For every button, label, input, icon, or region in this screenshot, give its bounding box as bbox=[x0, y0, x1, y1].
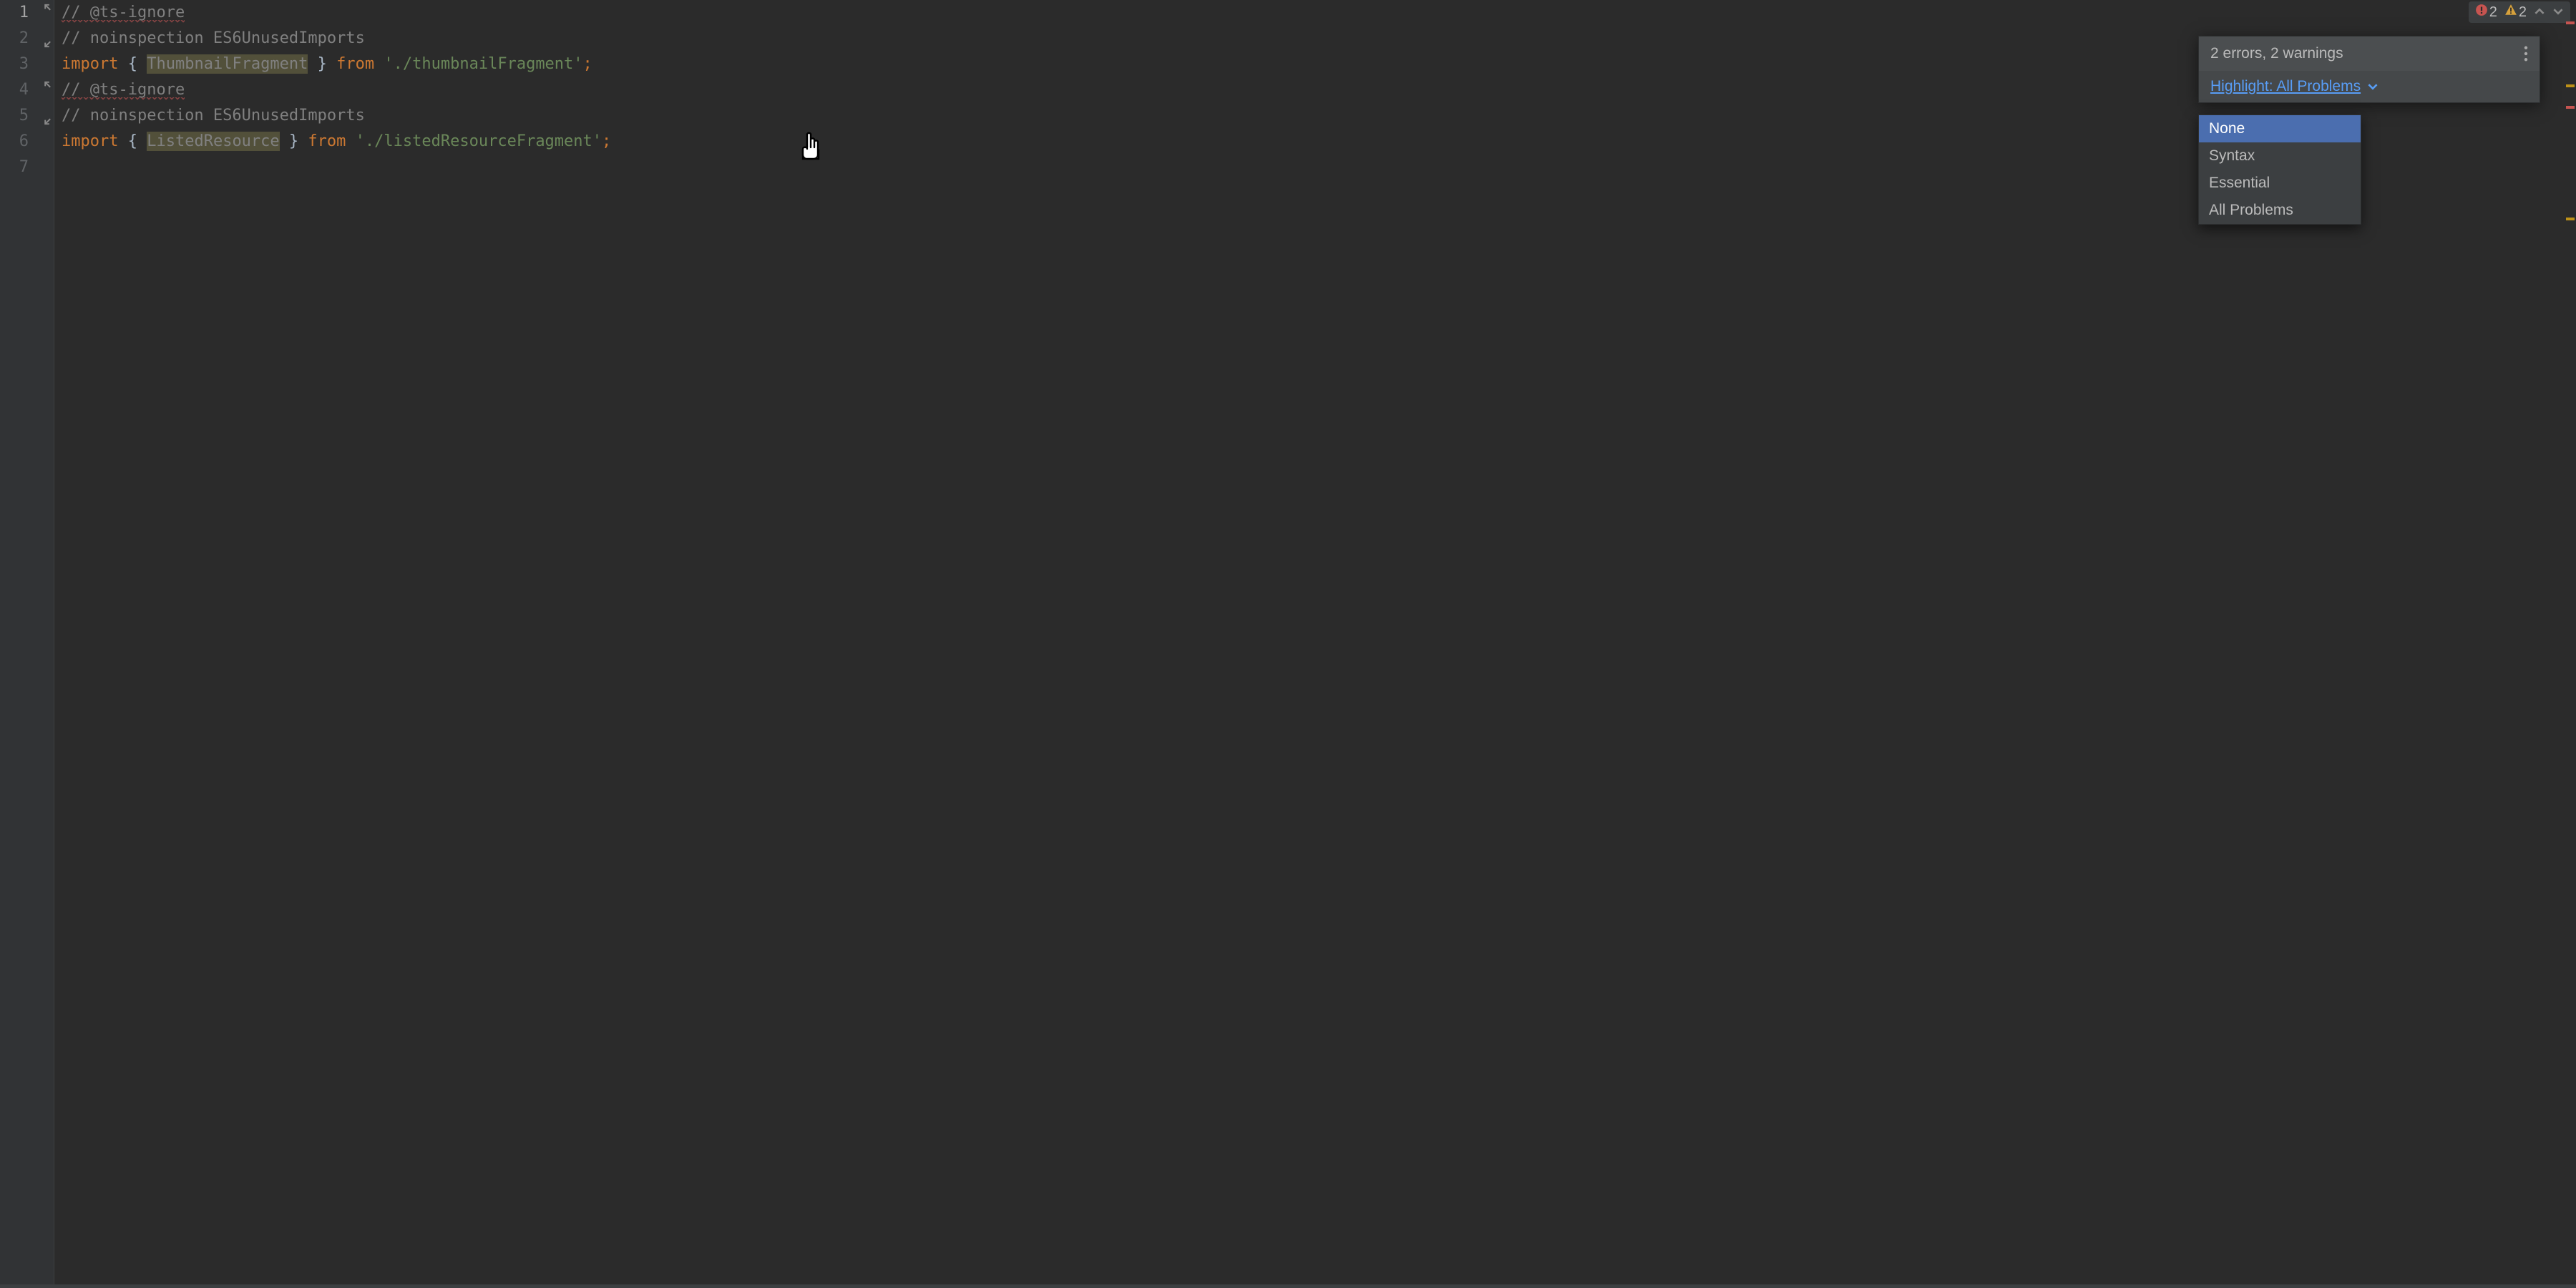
warning-count: 2 bbox=[2519, 4, 2527, 21]
string-token: './thumbnailFragment' bbox=[384, 55, 582, 73]
error-count: 2 bbox=[2489, 4, 2497, 21]
line-number: 3 bbox=[0, 52, 29, 77]
highlight-option[interactable]: None bbox=[2199, 115, 2361, 142]
keyword-token: from bbox=[336, 55, 374, 73]
fold-end-icon[interactable] bbox=[42, 39, 52, 52]
space bbox=[346, 132, 355, 150]
highlight-option[interactable]: All Problems bbox=[2199, 197, 2361, 224]
inspection-summary[interactable]: 2 2 bbox=[2469, 1, 2570, 23]
warning-indicator[interactable]: 2 bbox=[2502, 4, 2529, 21]
line-number: 1 bbox=[0, 0, 29, 26]
keyword-token: import bbox=[62, 55, 118, 73]
next-highlight-icon[interactable] bbox=[2550, 4, 2566, 21]
string-token: './listedResourceFragment' bbox=[356, 132, 602, 150]
keyword-token: import bbox=[62, 132, 118, 150]
code-line[interactable]: // @ts-ignore bbox=[62, 0, 2576, 26]
code-editor[interactable]: 1234567 // @ts-ignore// noinspection ES6… bbox=[0, 0, 2576, 1288]
line-number: 2 bbox=[0, 26, 29, 52]
identifier-token: ThumbnailFragment bbox=[147, 54, 308, 74]
chevron-down-icon bbox=[2368, 80, 2378, 94]
error-stripe[interactable] bbox=[2566, 0, 2576, 1288]
line-number: 4 bbox=[0, 77, 29, 103]
highlight-level-dropdown[interactable]: NoneSyntaxEssentialAll Problems bbox=[2198, 114, 2361, 225]
prev-highlight-icon[interactable] bbox=[2532, 4, 2547, 21]
fold-start-icon[interactable] bbox=[42, 3, 52, 16]
line-number: 7 bbox=[0, 155, 29, 180]
brace-token: { bbox=[118, 132, 147, 150]
problems-popup: 2 errors, 2 warnings Highlight: All Prob… bbox=[2198, 36, 2540, 103]
problems-popup-header: 2 errors, 2 warnings bbox=[2199, 36, 2540, 71]
highlight-option[interactable]: Essential bbox=[2199, 170, 2361, 197]
kebab-menu-icon[interactable] bbox=[2524, 46, 2528, 62]
error-indicator[interactable]: 2 bbox=[2473, 4, 2499, 21]
status-bar bbox=[0, 1284, 2576, 1288]
space bbox=[374, 55, 384, 73]
stripe-error-mark[interactable] bbox=[2566, 21, 2575, 24]
stripe-error-mark[interactable] bbox=[2566, 106, 2575, 109]
line-number-gutter: 1234567 bbox=[0, 0, 42, 1288]
warning-icon bbox=[2504, 4, 2517, 21]
comment-token: // noinspection ES6UnusedImports bbox=[62, 107, 365, 125]
fold-start-icon[interactable] bbox=[42, 80, 52, 93]
highlight-level-link[interactable]: Highlight: All Problems bbox=[2210, 78, 2361, 94]
punct-token: ; bbox=[583, 55, 592, 73]
keyword-token: from bbox=[308, 132, 346, 150]
line-number: 6 bbox=[0, 129, 29, 155]
problems-summary-text: 2 errors, 2 warnings bbox=[2210, 45, 2343, 62]
brace-token: } bbox=[308, 55, 336, 73]
identifier-token: ListedResource bbox=[147, 132, 279, 151]
error-icon bbox=[2475, 4, 2488, 21]
fold-end-icon[interactable] bbox=[42, 116, 52, 129]
line-number: 5 bbox=[0, 103, 29, 129]
highlight-level-row[interactable]: Highlight: All Problems bbox=[2199, 71, 2540, 102]
highlight-option[interactable]: Syntax bbox=[2199, 142, 2361, 170]
brace-token: { bbox=[118, 55, 147, 73]
punct-token: ; bbox=[602, 132, 611, 150]
stripe-warning-mark[interactable] bbox=[2566, 84, 2575, 87]
brace-token: } bbox=[280, 132, 308, 150]
comment-token: // noinspection ES6UnusedImports bbox=[62, 29, 365, 47]
comment-token: // @ts-ignore bbox=[62, 4, 185, 23]
comment-token: // @ts-ignore bbox=[62, 81, 185, 100]
stripe-warning-mark[interactable] bbox=[2566, 218, 2575, 220]
fold-gutter bbox=[42, 0, 54, 1288]
